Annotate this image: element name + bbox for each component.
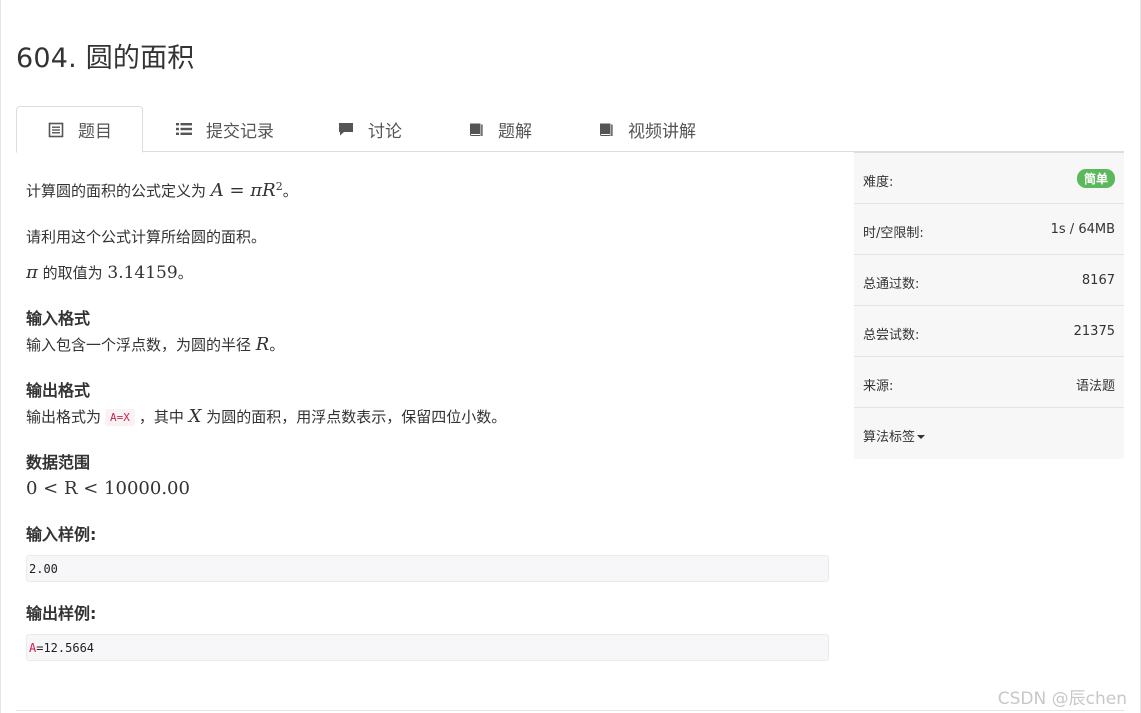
difficulty-badge: 简单: [1076, 169, 1115, 188]
limit-row: 时/空限制: 1s / 64MB: [854, 204, 1124, 255]
source-row: 来源: 语法题: [854, 357, 1124, 408]
attempts-value: 21375: [1073, 324, 1115, 339]
tab-bar: 题目 提交记录 讨论 题解 视频讲解: [16, 106, 1124, 153]
formula-suffix: 。: [282, 182, 298, 200]
problem-line-formula: 计算圆的面积的公式定义为 A = πR2。: [26, 180, 298, 201]
comment-icon: [339, 123, 353, 136]
problem-line-pi: π 的取值为 3.14159。: [26, 262, 193, 283]
bottom-divider: [16, 710, 1124, 711]
limit-value: 1s / 64MB: [1050, 222, 1115, 237]
tab-video[interactable]: 视频讲解: [598, 106, 696, 152]
tab-discussion-label: 讨论: [368, 121, 402, 142]
tab-problem-label: 题目: [78, 122, 112, 142]
area-formula: A = πR: [210, 180, 276, 201]
book-icon: [600, 123, 613, 136]
input-format-heading: 输入格式: [26, 309, 91, 328]
radius-var: R: [255, 334, 270, 355]
caret-down-icon: [917, 435, 926, 439]
tags-dropdown[interactable]: 算法标签: [863, 426, 926, 445]
limit-label: 时/空限制:: [863, 226, 924, 241]
output-format-heading: 输出格式: [26, 381, 91, 400]
attempts-row: 总尝试数: 21375: [854, 306, 1124, 357]
tab-problem[interactable]: 题目: [16, 106, 143, 153]
tags-label: 算法标签: [863, 430, 916, 445]
tab-solutions[interactable]: 题解: [468, 106, 532, 152]
output-format-text: 输出格式为 A=X ，其中 X 为圆的面积，用浮点数表示，保留四位小数。: [26, 406, 506, 427]
sample-input-heading: 输入样例:: [26, 525, 97, 544]
input-format-text: 输入包含一个浮点数，为圆的半径 R。: [26, 334, 284, 355]
sample-output-heading: 输出样例:: [26, 604, 97, 623]
source-label: 来源:: [863, 379, 894, 394]
difficulty-row: 难度: 简单: [854, 153, 1124, 204]
tags-row[interactable]: 算法标签: [854, 408, 1124, 459]
accepted-label: 总通过数:: [863, 277, 920, 292]
page-title: 604. 圆的面积: [16, 43, 195, 74]
list-icon: [176, 123, 192, 135]
book-icon: [470, 123, 483, 136]
problem-info-panel: 难度: 简单 时/空限制: 1s / 64MB 总通过数: 8167 总尝试数:…: [854, 152, 1124, 459]
formula-prefix: 计算圆的面积的公式定义为: [26, 182, 211, 200]
output-text: 输出格式为: [26, 408, 102, 426]
pi-suffix: 。: [177, 264, 193, 282]
sample-output-block[interactable]: A=12.5664: [26, 634, 829, 661]
output-suffix: 为圆的面积，用浮点数表示，保留四位小数。: [201, 408, 507, 426]
tab-submissions[interactable]: 提交记录: [176, 106, 274, 152]
accepted-value: 8167: [1081, 273, 1115, 288]
source-value[interactable]: 语法题: [1076, 375, 1115, 394]
difficulty-label: 难度:: [863, 175, 894, 190]
input-text: 输入包含一个浮点数，为圆的半径: [26, 336, 256, 354]
tab-discussion[interactable]: 讨论: [338, 106, 402, 152]
pi-symbol: π: [26, 262, 38, 283]
document-icon: [48, 122, 64, 137]
range-heading: 数据范围: [26, 453, 91, 472]
output-mid: ，其中: [138, 408, 189, 426]
accepted-row: 总通过数: 8167: [854, 255, 1124, 306]
tab-submissions-label: 提交记录: [206, 121, 274, 142]
problem-line-task: 请利用这个公式计算所给圆的面积。: [26, 228, 267, 246]
attempts-label: 总尝试数:: [863, 328, 920, 343]
watermark: CSDN @辰chen: [997, 689, 1127, 709]
input-suffix: 。: [269, 336, 285, 354]
output-code: A=X: [105, 409, 135, 426]
sample-input-block[interactable]: 2.00: [26, 555, 829, 582]
tab-video-label: 视频讲解: [628, 121, 696, 142]
range-formula: 0 < R < 10000.00: [26, 478, 190, 499]
area-var: X: [188, 406, 202, 427]
pi-text: 的取值为: [37, 264, 108, 282]
pi-value: 3.14159: [107, 263, 178, 283]
tab-solutions-label: 题解: [498, 121, 532, 142]
sample-output-value: =12.5664: [36, 641, 95, 655]
formula-exponent: 2: [275, 180, 283, 193]
